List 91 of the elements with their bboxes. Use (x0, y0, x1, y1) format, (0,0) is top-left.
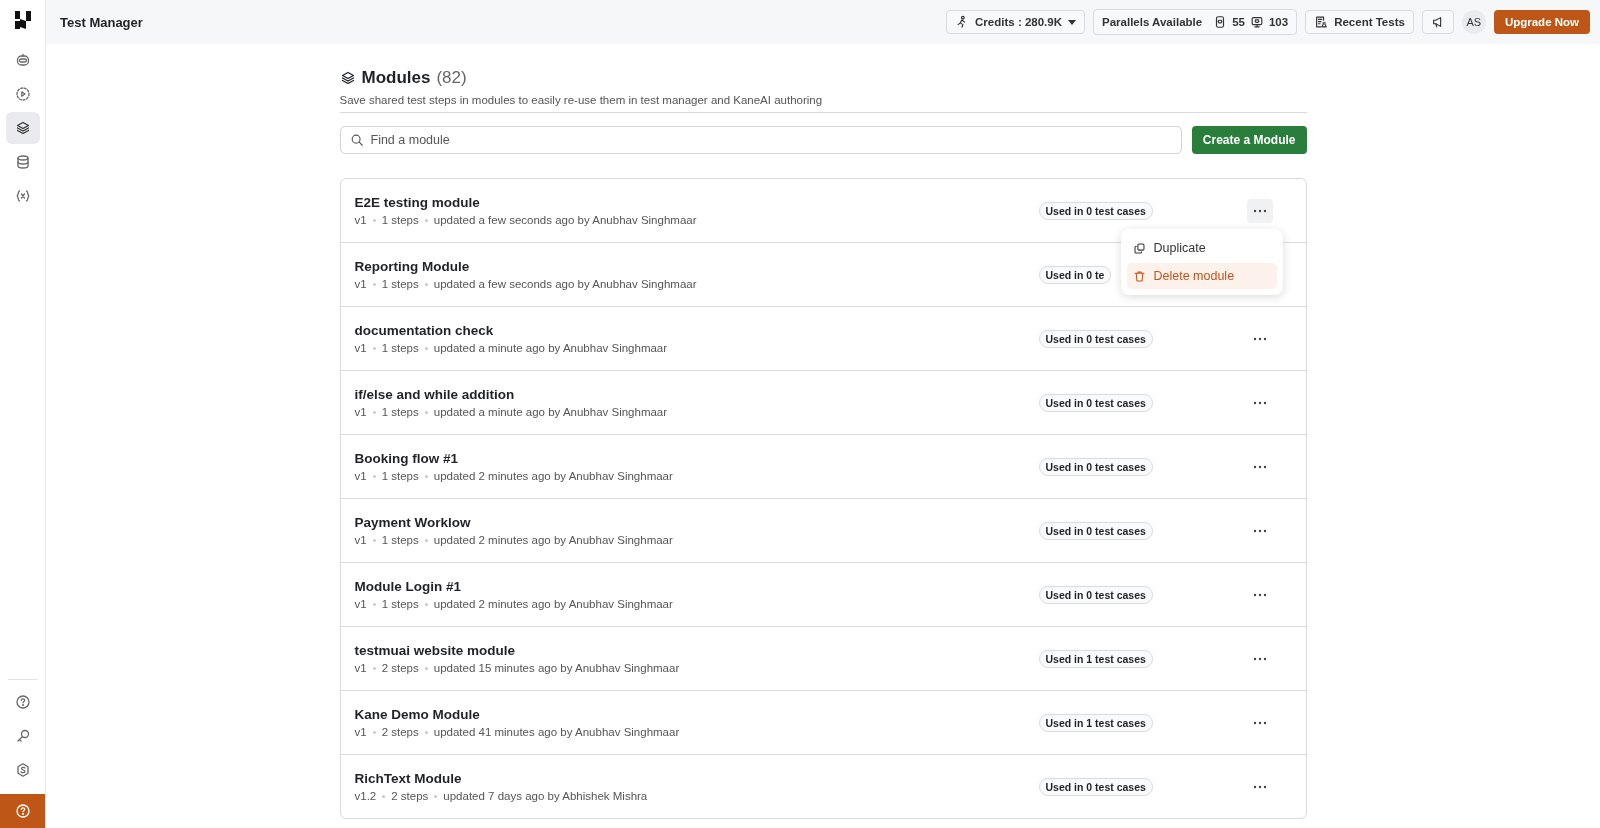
module-name[interactable]: documentation check (354, 323, 1039, 338)
module-name[interactable]: Payment Worklow (354, 515, 1039, 530)
module-steps: 1 steps (381, 470, 419, 482)
usage-badge: Used in 0 test cases (1038, 201, 1153, 220)
module-name[interactable]: Kane Demo Module (354, 707, 1039, 722)
app-title: Test Manager (60, 14, 144, 30)
module-name[interactable]: Module Login #1 (354, 579, 1039, 594)
more-icon (1252, 336, 1267, 341)
module-steps: 1 steps (381, 342, 419, 354)
module-updated: updated 41 minutes ago by Anubhav Singhmaar (433, 726, 680, 738)
shield-logo-icon (14, 762, 31, 778)
module-updated: updated a few seconds ago by Anubhav Singhmaar (433, 214, 697, 226)
module-steps: 1 steps (381, 406, 419, 418)
play-circle-icon (14, 86, 31, 102)
copy-icon (1132, 241, 1146, 255)
module-updated: updated 2 minutes ago by Anubhav Singhmaar (433, 534, 673, 546)
usage-badge: Used in 0 test cases (1038, 329, 1153, 348)
module-steps: 2 steps (381, 726, 419, 738)
logo-icon[interactable] (14, 11, 31, 29)
more-icon (1252, 464, 1267, 469)
layers-icon (339, 70, 356, 86)
usage-badge: Used in 0 te (1038, 265, 1112, 284)
module-version: v1 (354, 278, 367, 290)
module-steps: 1 steps (381, 598, 419, 610)
help-button[interactable] (0, 794, 45, 828)
usage-badge: Used in 0 test cases (1038, 777, 1153, 796)
help-icon (14, 694, 31, 710)
module-steps: 2 steps (391, 790, 429, 802)
parallel-count: 103 (1268, 16, 1289, 28)
module-updated: updated 2 minutes ago by Anubhav Singhmaar (433, 598, 673, 610)
upgrade-button[interactable]: Upgrade Now (1493, 10, 1590, 34)
module-name[interactable]: if/else and while addition (354, 387, 1039, 402)
module-name[interactable]: E2E testing module (354, 195, 1039, 210)
module-steps: 1 steps (381, 534, 419, 546)
help-icon (14, 803, 31, 819)
module-steps: 1 steps (381, 214, 419, 226)
more-icon (1252, 208, 1267, 213)
parallel-count: 55 (1232, 16, 1245, 28)
more-icon (1252, 656, 1267, 661)
menu-item[interactable]: Delete module (1126, 263, 1277, 289)
menu-item[interactable]: Duplicate (1126, 235, 1277, 261)
module-version: v1.2 (354, 790, 377, 802)
module-version: v1 (354, 662, 367, 674)
module-name[interactable]: RichText Module (354, 771, 1039, 786)
module-version: v1 (354, 470, 367, 482)
announcement-button[interactable] (1421, 10, 1454, 34)
module-version: v1 (354, 342, 367, 354)
module-name[interactable]: Reporting Module (354, 259, 1039, 274)
more-icon (1252, 528, 1267, 533)
module-version: v1 (354, 406, 367, 418)
module-steps: 1 steps (381, 278, 419, 290)
page-description: Save shared test steps in modules to easily re-use them in test manager and KaneAI authoring (339, 94, 1307, 113)
module-updated: updated a minute ago by Anubhav Singhmaar (433, 406, 668, 418)
module-updated: updated a minute ago by Anubhav Singhmaar (433, 342, 668, 354)
module-version: v1 (354, 214, 367, 226)
sidebar-nav-button[interactable] (5, 112, 40, 144)
user-avatar[interactable]: AS (1461, 10, 1486, 34)
module-updated: updated a few seconds ago by Anubhav Singhmaar (433, 278, 697, 290)
search-icon (349, 133, 364, 147)
more-icon (1252, 592, 1267, 597)
module-count: (82) (436, 68, 467, 88)
module-updated: updated 7 days ago by Abhishek Mishra (443, 790, 648, 802)
usage-badge: Used in 0 test cases (1038, 521, 1153, 540)
usage-badge: Used in 0 test cases (1038, 585, 1153, 604)
layers-icon (14, 120, 31, 136)
search-field[interactable]: Find a module (339, 126, 1182, 154)
module-updated: updated 2 minutes ago by Anubhav Singhmaar (433, 470, 673, 482)
usage-badge: Used in 1 test cases (1038, 649, 1153, 668)
recent-tests-button[interactable]: Recent Tests (1305, 10, 1414, 34)
module-version: v1 (354, 726, 367, 738)
variable-icon (14, 188, 31, 204)
usage-badge: Used in 0 test cases (1038, 457, 1153, 476)
credits-button[interactable]: Credits : 280.9K (946, 10, 1085, 34)
create-module-button[interactable]: Create a Module (1191, 126, 1307, 154)
page-title: Modules (361, 68, 431, 88)
module-version: v1 (354, 534, 367, 546)
more-icon (1252, 720, 1267, 725)
module-steps: 2 steps (381, 662, 419, 674)
usage-badge: Used in 0 test cases (1038, 393, 1153, 412)
caret-icon (1068, 19, 1076, 25)
module-version: v1 (354, 598, 367, 610)
parallels-label: Parallels Available (1102, 16, 1203, 28)
more-icon (1252, 400, 1267, 405)
module-updated: updated 15 minutes ago by Anubhav Singhmaar (433, 662, 680, 674)
report-icon (1314, 15, 1329, 29)
more-icon (1252, 784, 1267, 789)
module-name[interactable]: Booking flow #1 (354, 451, 1039, 466)
module-name[interactable]: testmuai website module (354, 643, 1039, 658)
trash-icon (1132, 269, 1146, 283)
database-icon (14, 154, 31, 170)
usage-badge: Used in 1 test cases (1038, 713, 1153, 732)
